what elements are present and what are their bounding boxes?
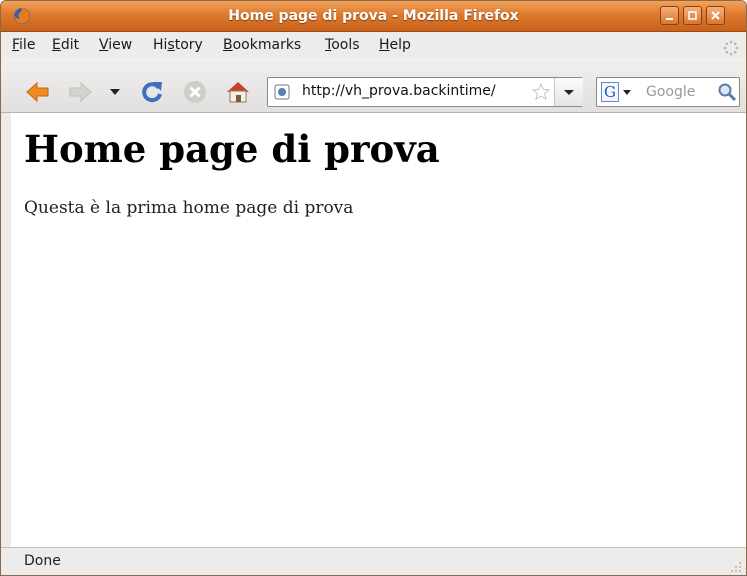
close-icon [711, 11, 720, 20]
search-engine-button[interactable]: G [601, 82, 619, 102]
menu-file[interactable]: File [12, 37, 35, 53]
menu-edit[interactable]: Edit [52, 37, 79, 53]
back-icon[interactable] [25, 80, 51, 104]
maximize-button[interactable] [683, 6, 702, 25]
search-engine-dropdown-icon[interactable] [622, 89, 632, 96]
minimize-button[interactable] [660, 6, 679, 25]
resize-grip-icon[interactable] [730, 561, 742, 573]
status-bar: Done [1, 547, 746, 575]
maximize-icon [688, 11, 697, 20]
forward-icon[interactable] [67, 80, 93, 104]
page-paragraph: Questa è la prima home page di prova [24, 198, 354, 218]
menu-tools[interactable]: Tools [325, 37, 360, 53]
search-input[interactable]: Google [646, 84, 695, 100]
search-icon[interactable] [717, 82, 737, 102]
url-input[interactable]: http://vh_prova.backintime/ [302, 83, 496, 99]
home-icon[interactable] [224, 79, 252, 105]
url-dropdown-button[interactable] [554, 78, 583, 106]
stop-icon[interactable] [182, 79, 208, 105]
minimize-icon [666, 18, 673, 20]
reload-icon[interactable] [139, 79, 165, 105]
page-content: Home page di prova Questa è la prima hom… [11, 113, 746, 547]
title-bar[interactable]: Home page di prova - Mozilla Firefox [1, 1, 746, 32]
url-bar[interactable]: http://vh_prova.backintime/ [267, 77, 583, 107]
bookmark-star-icon[interactable] [531, 82, 551, 102]
menu-help[interactable]: Help [379, 37, 411, 53]
window-title: Home page di prova - Mozilla Firefox [228, 8, 519, 24]
page-heading: Home page di prova [24, 127, 440, 171]
close-button[interactable] [706, 6, 725, 25]
menu-view[interactable]: View [99, 37, 132, 53]
menu-history[interactable]: History [153, 37, 203, 53]
menu-bar: File Edit View History Bookmarks Tools H… [1, 32, 746, 58]
page-favicon-icon [274, 84, 290, 100]
history-dropdown-icon[interactable] [109, 87, 121, 97]
throbber-icon [723, 40, 739, 56]
browser-window: Home page di prova - Mozilla Firefox Fil… [0, 0, 747, 576]
menu-bookmarks[interactable]: Bookmarks [223, 37, 301, 53]
status-text: Done [24, 553, 61, 569]
chevron-down-icon [564, 90, 574, 95]
search-bar[interactable]: G Google [596, 77, 740, 107]
